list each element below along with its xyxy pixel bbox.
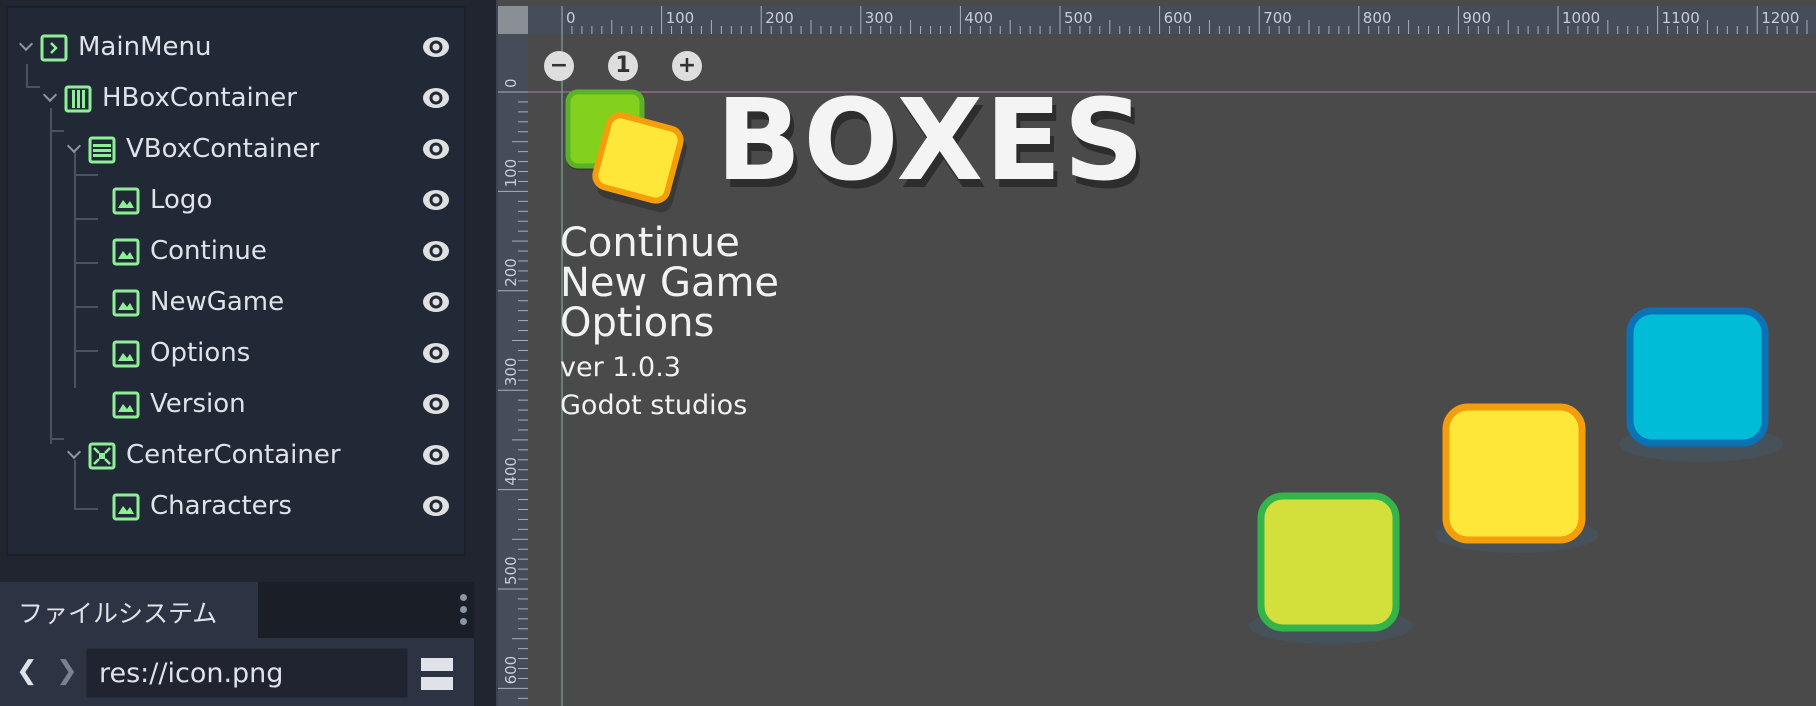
hbox-container-icon: [64, 85, 92, 113]
dock-splitter[interactable]: [474, 0, 496, 706]
visibility-eye-icon[interactable]: [421, 340, 451, 366]
visibility-eye-icon[interactable]: [421, 289, 451, 315]
visibility-eye-icon[interactable]: [421, 493, 451, 519]
tab-filesystem[interactable]: ファイルシステム: [0, 582, 258, 638]
collapse-arrow-icon[interactable]: [66, 446, 82, 462]
ruler-label: 500: [502, 556, 520, 585]
studio-text: Godot studios: [560, 390, 748, 421]
visibility-eye-icon[interactable]: [421, 442, 451, 468]
tree-item-label: VBoxContainer: [126, 134, 320, 164]
ruler-label: 0: [566, 9, 576, 27]
tree-item-options[interactable]: Options: [8, 328, 464, 379]
ruler-label: 1200: [1761, 9, 1799, 27]
visibility-eye-icon[interactable]: [421, 187, 451, 213]
version-text: ver 1.0.3: [560, 352, 681, 383]
ruler-vertical: 0 100 200 300 400 500 600: [498, 34, 528, 706]
ruler-label: 100: [502, 159, 520, 188]
control-node-icon: [40, 34, 68, 62]
menu-options[interactable]: Options: [560, 300, 714, 346]
forward-arrow-icon[interactable]: ❯: [56, 656, 78, 686]
ruler-label: 1000: [1562, 9, 1600, 27]
tree-item-label: MainMenu: [78, 32, 212, 62]
texture-rect-icon: [112, 493, 140, 521]
visibility-eye-icon[interactable]: [421, 85, 451, 111]
visibility-eye-icon[interactable]: [421, 238, 451, 264]
ruler-label: 200: [502, 258, 520, 287]
ruler-horizontal: 0 100 200 300 400 500 600 700 800 900 1000 1100 1200: [528, 6, 1816, 34]
texture-rect-icon: [112, 340, 140, 368]
tree-item-label: Logo: [150, 185, 213, 215]
visibility-eye-icon[interactable]: [421, 391, 451, 417]
filesystem-path-bar: ❮ ❯: [0, 638, 474, 706]
texture-rect-icon: [112, 391, 140, 419]
filesystem-tab-bar: ファイルシステム: [0, 582, 474, 638]
ruler-label: 300: [865, 9, 894, 27]
texture-rect-icon: [112, 289, 140, 317]
logo-text: BOXES: [716, 76, 1147, 206]
zoom-out-button[interactable]: −: [544, 51, 574, 81]
tree-item-vboxcontainer[interactable]: VBoxContainer: [8, 124, 464, 175]
tree-item-label: Characters: [150, 491, 292, 521]
ruler-label: 700: [1263, 9, 1292, 27]
ruler-corner: [498, 6, 528, 34]
ruler-label: 500: [1064, 9, 1093, 27]
canvas-viewport[interactable]: 0 100 200 300 400 500 600 700 800 900 1000 1100 1200…: [496, 0, 1816, 706]
tree-item-label: Options: [150, 338, 251, 368]
texture-rect-icon: [112, 187, 140, 215]
tree-item-version[interactable]: Version: [8, 379, 464, 430]
character-box-yellow: [1435, 403, 1599, 553]
tree-item-hboxcontainer[interactable]: HBoxContainer: [8, 73, 464, 124]
tree-item-mainmenu[interactable]: MainMenu: [8, 22, 464, 73]
tab-filesystem-label: ファイルシステム: [18, 599, 218, 628]
character-box-green: [1249, 492, 1413, 644]
canvas-scene: [528, 34, 1816, 706]
tree-item-centercontainer[interactable]: CenterContainer: [8, 430, 464, 481]
tree-item-label: Version: [150, 389, 246, 419]
tree-item-continue[interactable]: Continue: [8, 226, 464, 277]
visibility-eye-icon[interactable]: [421, 136, 451, 162]
tree-item-characters[interactable]: Characters: [8, 481, 464, 532]
ruler-label: 400: [502, 457, 520, 486]
dock-menu-icon[interactable]: [458, 592, 468, 628]
character-box-blue: [1619, 307, 1783, 462]
tree-item-label: CenterContainer: [126, 440, 341, 470]
ruler-horizontal-ticks: 0 100 200 300 400 500 600 700 800 900 1000 1100 1200: [561, 6, 1808, 34]
tree-item-newgame[interactable]: NewGame: [8, 277, 464, 328]
scene-tree: MainMenu HBoxContainer VBoxContainer Log…: [6, 6, 466, 556]
center-container-icon: [88, 442, 116, 470]
ruler-label: 600: [1164, 9, 1193, 27]
vbox-container-icon: [88, 136, 116, 164]
visibility-eye-icon[interactable]: [421, 34, 451, 60]
back-arrow-icon[interactable]: ❮: [16, 656, 38, 686]
path-input[interactable]: [86, 648, 408, 698]
ruler-label: 900: [1462, 9, 1491, 27]
zoom-in-button[interactable]: +: [672, 51, 702, 81]
ruler-label: 600: [502, 656, 520, 685]
split-view-icon[interactable]: [421, 658, 453, 690]
ruler-label: 800: [1363, 9, 1392, 27]
ruler-label: 300: [502, 358, 520, 387]
ruler-label: 200: [765, 9, 794, 27]
tree-item-logo[interactable]: Logo: [8, 175, 464, 226]
left-dock: MainMenu HBoxContainer VBoxContainer Log…: [0, 0, 474, 706]
tree-item-label: HBoxContainer: [102, 83, 297, 113]
collapse-arrow-icon[interactable]: [42, 89, 58, 105]
ruler-vertical-ticks: 0 100 200 300 400 500 600: [498, 78, 528, 699]
ruler-label: 0: [502, 78, 520, 88]
collapse-arrow-icon[interactable]: [18, 38, 34, 54]
ruler-label: 1100: [1662, 9, 1700, 27]
tree-item-label: NewGame: [150, 287, 285, 317]
texture-rect-icon: [112, 238, 140, 266]
ruler-label: 100: [666, 9, 695, 27]
tree-item-label: Continue: [150, 236, 267, 266]
ruler-label: 400: [964, 9, 993, 27]
zoom-reset-button[interactable]: 1: [608, 51, 638, 81]
logo-icon: [565, 89, 687, 213]
collapse-arrow-icon[interactable]: [66, 140, 82, 156]
